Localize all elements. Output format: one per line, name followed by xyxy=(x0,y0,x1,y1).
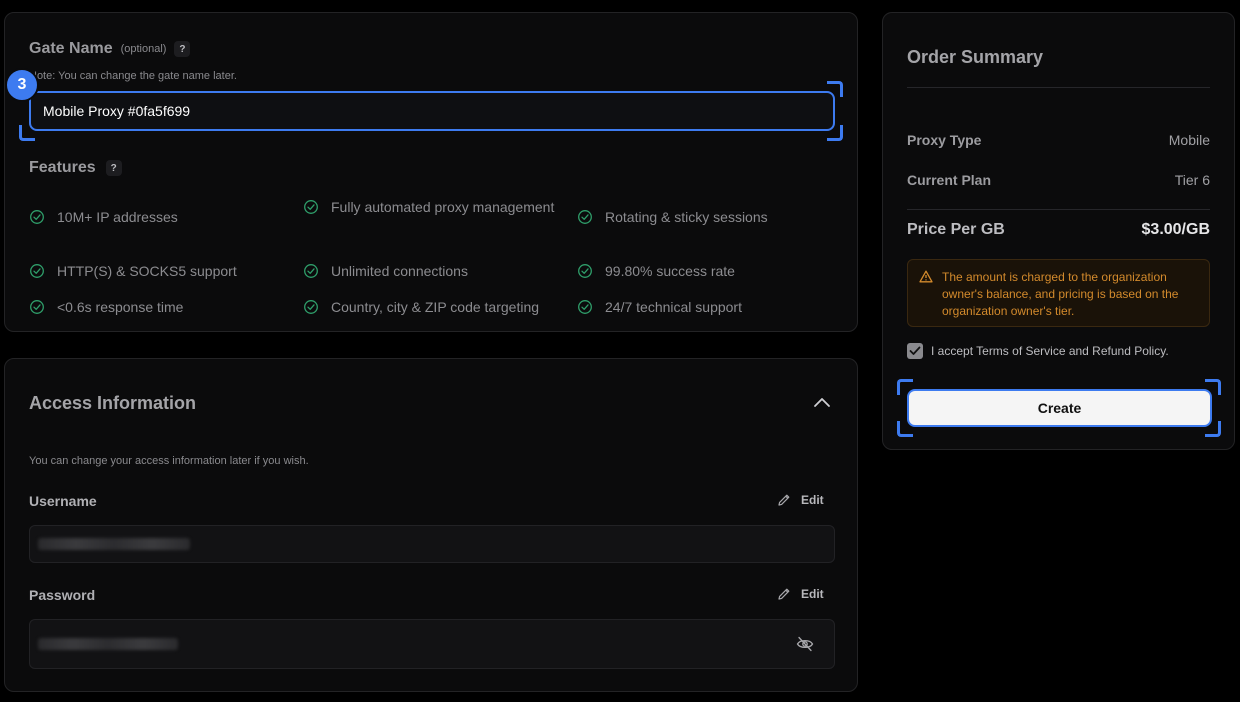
edit-username-button[interactable]: Edit xyxy=(777,493,824,507)
feature-item: 24/7 technical support xyxy=(577,297,835,317)
warning-triangle-icon xyxy=(919,270,933,288)
edit-password-label: Edit xyxy=(801,587,824,601)
proxy-type-value: Mobile xyxy=(1168,132,1210,148)
focus-corner-icon xyxy=(827,81,843,97)
access-title: Access Information xyxy=(29,393,197,413)
price-row: Price Per GB $3.00/GB xyxy=(907,221,1210,239)
check-circle-icon xyxy=(578,264,592,278)
gate-name-help-icon[interactable]: ? xyxy=(174,41,191,57)
feature-label: Fully automated proxy management xyxy=(331,199,555,215)
access-note: You can change your access information l… xyxy=(29,455,309,467)
current-plan-label: Current Plan xyxy=(907,172,992,188)
access-card: Access Information You can change your a… xyxy=(4,358,858,692)
eye-off-icon[interactable] xyxy=(796,636,814,657)
feature-label: 99.80% success rate xyxy=(605,263,735,279)
feature-label: Rotating & sticky sessions xyxy=(605,209,768,225)
password-masked-value xyxy=(38,638,178,650)
current-plan-value: Tier 6 xyxy=(1174,172,1210,188)
feature-label: Unlimited connections xyxy=(331,263,468,279)
proxy-type-label: Proxy Type xyxy=(907,132,982,148)
proxy-type-row: Proxy Type Mobile xyxy=(907,132,1210,148)
billing-warning-text: The amount is charged to the organizatio… xyxy=(942,270,1179,318)
feature-label: 10M+ IP addresses xyxy=(57,209,178,225)
chevron-up-icon[interactable] xyxy=(813,395,831,414)
pencil-icon xyxy=(778,588,790,600)
feature-label: <0.6s response time xyxy=(57,299,184,315)
focus-corner-icon xyxy=(897,421,913,437)
feature-item: Fully automated proxy management xyxy=(303,197,561,217)
check-circle-icon xyxy=(30,300,44,314)
gate-name-title: Gate Name xyxy=(29,40,113,57)
features-help-icon[interactable]: ? xyxy=(105,160,122,176)
feature-item: Rotating & sticky sessions xyxy=(577,207,835,227)
focus-corner-icon xyxy=(827,125,843,141)
gate-name-optional: (optional) xyxy=(120,43,167,55)
gate-name-header: Gate Name (optional) ? xyxy=(29,40,191,58)
divider xyxy=(907,209,1210,210)
order-summary-card: Order Summary Proxy Type Mobile Current … xyxy=(882,12,1235,450)
features-title: Features xyxy=(29,159,96,176)
check-circle-icon xyxy=(30,264,44,278)
step-badge: 3 xyxy=(5,68,39,102)
focus-corner-icon xyxy=(19,125,35,141)
username-label: Username xyxy=(29,493,97,509)
current-plan-row: Current Plan Tier 6 xyxy=(907,172,1210,188)
feature-label: HTTP(S) & SOCKS5 support xyxy=(57,263,237,279)
create-button[interactable]: Create xyxy=(907,389,1212,427)
edit-password-button[interactable]: Edit xyxy=(777,587,824,601)
focus-corner-icon xyxy=(1205,421,1221,437)
gate-card: Gate Name (optional) ? Note: You can cha… xyxy=(4,12,858,332)
gate-name-note: Note: You can change the gate name later… xyxy=(29,70,237,82)
check-circle-icon xyxy=(304,300,318,314)
password-label: Password xyxy=(29,587,96,603)
terms-label: I accept Terms of Service and Refund Pol… xyxy=(931,344,1169,358)
check-circle-icon xyxy=(578,210,592,224)
check-circle-icon xyxy=(304,264,318,278)
billing-warning: The amount is charged to the organizatio… xyxy=(907,259,1210,327)
price-per-gb-label: Price Per GB xyxy=(907,221,1005,238)
feature-label: 24/7 technical support xyxy=(605,299,742,315)
terms-checkbox[interactable] xyxy=(907,343,923,359)
feature-item: Unlimited connections xyxy=(303,261,561,281)
order-summary-title: Order Summary xyxy=(907,47,1044,67)
edit-username-label: Edit xyxy=(801,493,824,507)
focus-corner-icon xyxy=(1205,379,1221,395)
check-circle-icon xyxy=(304,200,318,214)
check-circle-icon xyxy=(578,300,592,314)
check-circle-icon xyxy=(30,210,44,224)
pencil-icon xyxy=(778,494,790,506)
focus-corner-icon xyxy=(897,379,913,395)
username-field[interactable] xyxy=(29,525,835,563)
feature-label: Country, city & ZIP code targeting xyxy=(331,299,540,315)
feature-item: HTTP(S) & SOCKS5 support xyxy=(29,261,287,281)
password-field[interactable] xyxy=(29,619,835,669)
feature-item: Country, city & ZIP code targeting xyxy=(303,297,561,317)
username-masked-value xyxy=(38,538,190,550)
gate-name-input[interactable] xyxy=(29,91,835,131)
feature-item: <0.6s response time xyxy=(29,297,287,317)
divider xyxy=(907,87,1210,88)
price-per-gb-value: $3.00/GB xyxy=(1141,221,1210,238)
feature-item: 10M+ IP addresses xyxy=(29,207,287,227)
features-header: Features ? xyxy=(29,159,122,177)
feature-item: 99.80% success rate xyxy=(577,261,835,281)
